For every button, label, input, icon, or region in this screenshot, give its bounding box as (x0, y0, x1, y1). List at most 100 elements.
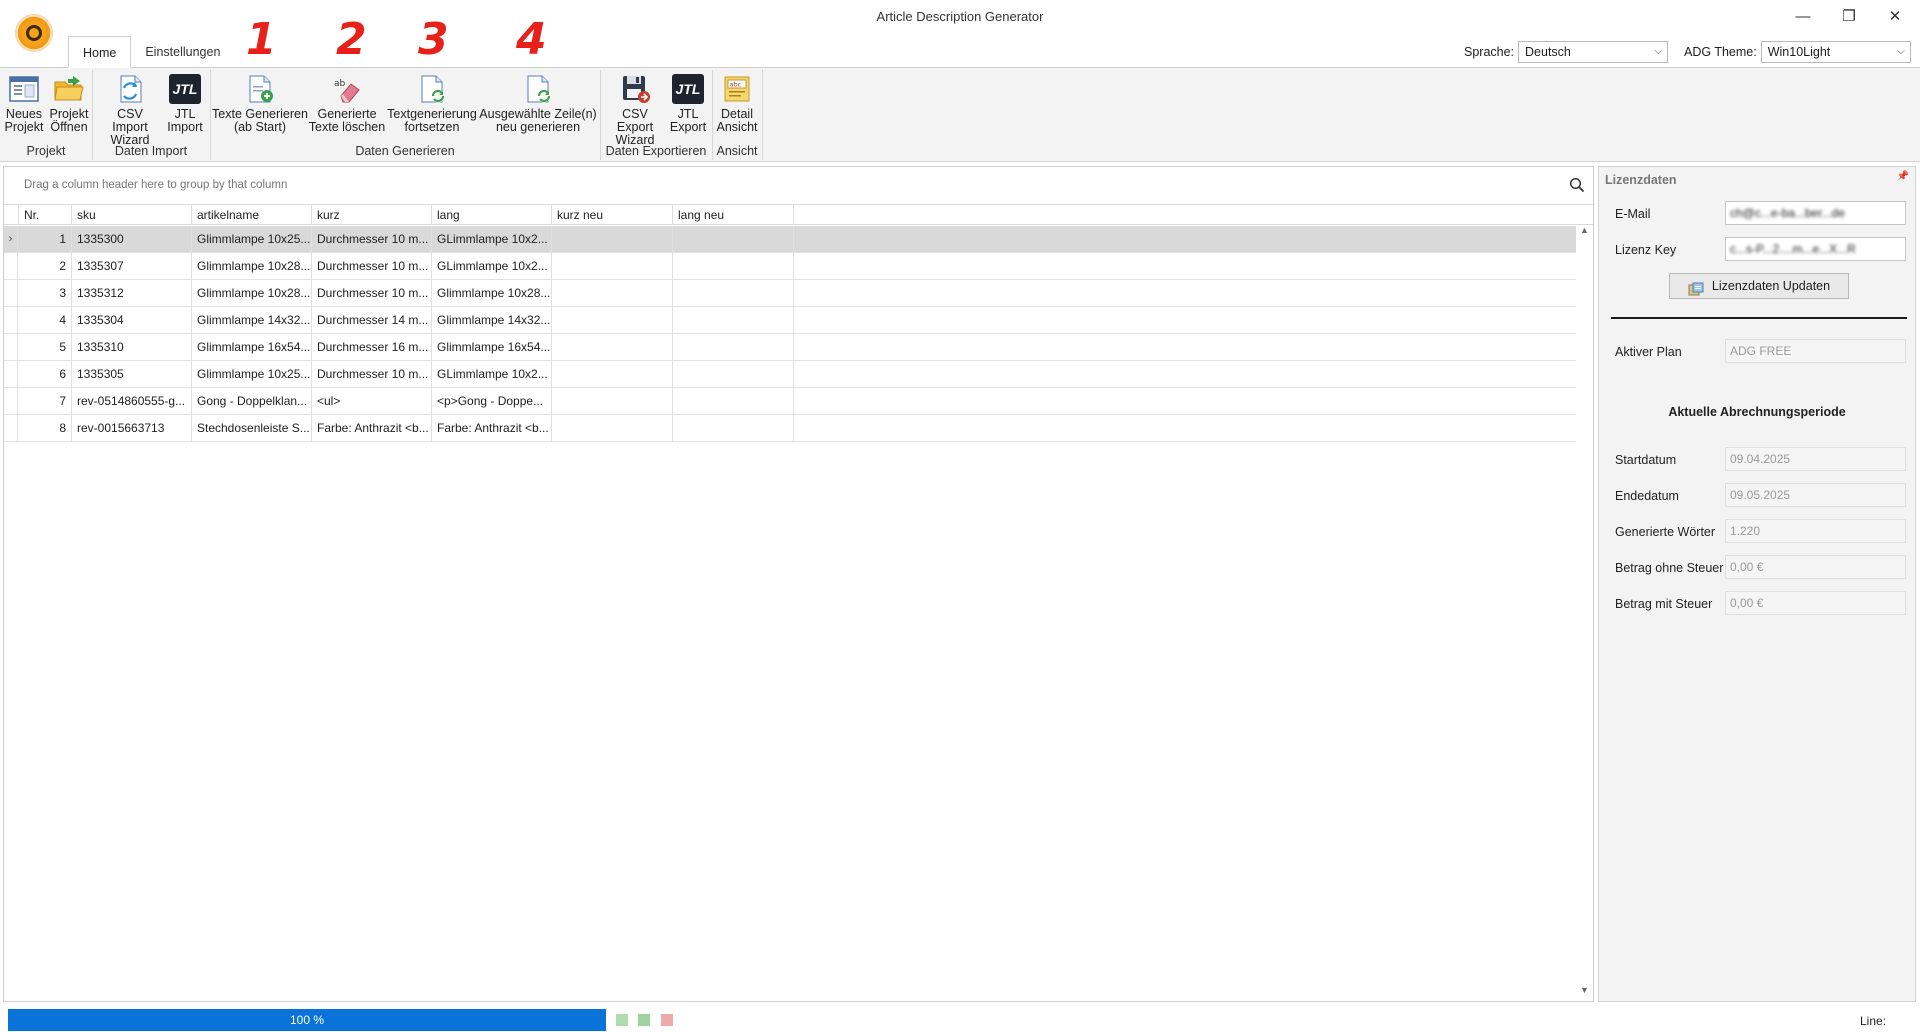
column-header-lang-neu[interactable]: lang neu (673, 205, 794, 225)
minimize-button[interactable]: — (1780, 0, 1826, 32)
language-combo[interactable]: Deutsch ⌵ (1518, 41, 1669, 63)
grid-vertical-scrollbar[interactable]: ▲ ▼ (1576, 225, 1593, 1001)
cell-nr[interactable]: 4 (19, 307, 72, 334)
table-row[interactable]: › 1 1335300 Glimmlampe 10x25... Durchmesser … (4, 226, 1576, 253)
column-header-sku[interactable]: sku (72, 205, 192, 225)
pin-icon[interactable]: 📌 (1897, 171, 1909, 182)
cell-kurz[interactable]: Durchmesser 10 m... (312, 280, 432, 307)
cell-lang-neu[interactable] (673, 361, 794, 388)
stop-icon[interactable] (661, 1014, 673, 1026)
cell-nr[interactable]: 6 (19, 361, 72, 388)
column-header-kurz[interactable]: kurz (312, 205, 432, 225)
cell-kurz-neu[interactable] (552, 280, 673, 307)
jtl-export-button[interactable]: JTL JTL Export (666, 74, 710, 134)
cell-sku[interactable]: 1335312 (72, 280, 192, 307)
cell-kurz[interactable]: Durchmesser 16 m... (312, 334, 432, 361)
search-icon[interactable] (1569, 177, 1585, 193)
generate-texts-button[interactable]: Texte Generieren (ab Start) (212, 74, 308, 134)
table-row[interactable]: 3 1335312 Glimmlampe 10x28... Durchmesser 1… (4, 280, 1576, 307)
cell-nr[interactable]: 3 (19, 280, 72, 307)
cell-kurz-neu[interactable] (552, 226, 673, 253)
cell-lang[interactable]: Glimmlampe 16x54... (432, 334, 552, 361)
cell-lang[interactable]: Farbe: Anthrazit <b... (432, 415, 552, 442)
column-header-kurz-neu[interactable]: kurz neu (552, 205, 673, 225)
cell-sku[interactable]: 1335307 (72, 253, 192, 280)
table-row[interactable]: 4 1335304 Glimmlampe 14x32... Durchmesser 1… (4, 307, 1576, 334)
cell-nr[interactable]: 2 (19, 253, 72, 280)
cell-lang-neu[interactable] (673, 280, 794, 307)
cell-kurz[interactable]: Durchmesser 14 m... (312, 307, 432, 334)
column-header-artikelname[interactable]: artikelname (192, 205, 312, 225)
cell-kurz[interactable]: Durchmesser 10 m... (312, 253, 432, 280)
cell-sku[interactable]: rev-0015663713 (72, 415, 192, 442)
table-row[interactable]: 8 rev-0015663713 Stechdosenleiste S... Farb… (4, 415, 1576, 442)
csv-export-wizard-button[interactable]: CSV Export Wizard (604, 74, 666, 147)
detail-view-button[interactable]: abc Detail Ansicht (714, 74, 760, 134)
row-indicator[interactable] (4, 415, 18, 442)
row-indicator[interactable] (4, 253, 18, 280)
app-logo[interactable] (15, 14, 53, 52)
cell-artikelname[interactable]: Glimmlampe 14x32... (192, 307, 312, 334)
cell-sku[interactable]: 1335305 (72, 361, 192, 388)
open-project-button[interactable]: Projekt Öffnen (46, 74, 92, 134)
cell-artikelname[interactable]: Stechdosenleiste S... (192, 415, 312, 442)
update-license-button[interactable]: Lizenzdaten Updaten (1669, 273, 1849, 299)
continue-generation-button[interactable]: Textgenerierung fortsetzen (386, 74, 478, 134)
theme-combo[interactable]: Win10Light ⌵ (1760, 41, 1911, 63)
table-row[interactable]: 2 1335307 Glimmlampe 10x28... Durchmesser 1… (4, 253, 1576, 280)
cell-sku[interactable]: 1335300 (72, 226, 192, 253)
cell-sku[interactable]: 1335310 (72, 334, 192, 361)
row-indicator[interactable] (4, 280, 18, 307)
tab-home[interactable]: Home (68, 36, 132, 68)
row-indicator[interactable] (4, 307, 18, 334)
scroll-down-icon[interactable]: ▼ (1576, 985, 1593, 1001)
cell-artikelname[interactable]: Gong - Doppelklan... (192, 388, 312, 415)
cell-kurz[interactable]: Durchmesser 10 m... (312, 361, 432, 388)
table-row[interactable]: 5 1335310 Glimmlampe 16x54... Durchmesser 1… (4, 334, 1576, 361)
cell-nr[interactable]: 1 (19, 226, 72, 253)
delete-generated-texts-button[interactable]: ab Generierte Texte löschen (308, 74, 386, 134)
close-button[interactable]: ✕ (1872, 0, 1918, 32)
new-project-button[interactable]: Neues Projekt (4, 74, 44, 134)
cell-artikelname[interactable]: Glimmlampe 16x54... (192, 334, 312, 361)
cell-lang-neu[interactable] (673, 226, 794, 253)
row-indicator[interactable]: › (4, 226, 18, 253)
group-by-panel[interactable]: Drag a column header here to group by th… (4, 167, 1593, 205)
cell-kurz[interactable]: Durchmesser 10 m... (312, 226, 432, 253)
table-row[interactable]: 7 rev-0514860555-g... Gong - Doppelklan...… (4, 388, 1576, 415)
column-header-lang[interactable]: lang (432, 205, 552, 225)
cell-kurz-neu[interactable] (552, 253, 673, 280)
cell-kurz-neu[interactable] (552, 415, 673, 442)
cell-lang[interactable]: Glimmlampe 10x28... (432, 280, 552, 307)
tab-einstellungen[interactable]: Einstellungen (131, 36, 234, 68)
row-indicator[interactable] (4, 388, 18, 415)
restore-button[interactable]: ❐ (1826, 0, 1872, 32)
cell-sku[interactable]: 1335304 (72, 307, 192, 334)
csv-import-wizard-button[interactable]: CSV Import Wizard (98, 74, 162, 147)
cell-artikelname[interactable]: Glimmlampe 10x25... (192, 361, 312, 388)
jtl-import-button[interactable]: JTL JTL Import (162, 74, 208, 134)
cell-kurz-neu[interactable] (552, 388, 673, 415)
cell-lang-neu[interactable] (673, 388, 794, 415)
license-key-field[interactable]: c...s-P...2....m...e...X...R (1725, 237, 1906, 261)
play-icon[interactable] (638, 1014, 650, 1026)
cell-artikelname[interactable]: Glimmlampe 10x28... (192, 253, 312, 280)
cell-lang[interactable]: GLimmlampe 10x2... (432, 253, 552, 280)
cell-kurz-neu[interactable] (552, 334, 673, 361)
cell-nr[interactable]: 8 (19, 415, 72, 442)
cell-kurz[interactable]: <ul> (312, 388, 432, 415)
column-header-nr[interactable]: Nr. (19, 205, 72, 225)
cell-artikelname[interactable]: Glimmlampe 10x25... (192, 226, 312, 253)
cell-lang-neu[interactable] (673, 334, 794, 361)
cell-nr[interactable]: 7 (19, 388, 72, 415)
cell-lang[interactable]: <p>Gong - Doppe... (432, 388, 552, 415)
cell-lang-neu[interactable] (673, 415, 794, 442)
row-indicator[interactable] (4, 334, 18, 361)
cell-kurz-neu[interactable] (552, 307, 673, 334)
cell-kurz-neu[interactable] (552, 361, 673, 388)
cell-artikelname[interactable]: Glimmlampe 10x28... (192, 280, 312, 307)
row-indicator[interactable] (4, 361, 18, 388)
cell-lang-neu[interactable] (673, 307, 794, 334)
cell-nr[interactable]: 5 (19, 334, 72, 361)
cell-kurz[interactable]: Farbe: Anthrazit <b... (312, 415, 432, 442)
